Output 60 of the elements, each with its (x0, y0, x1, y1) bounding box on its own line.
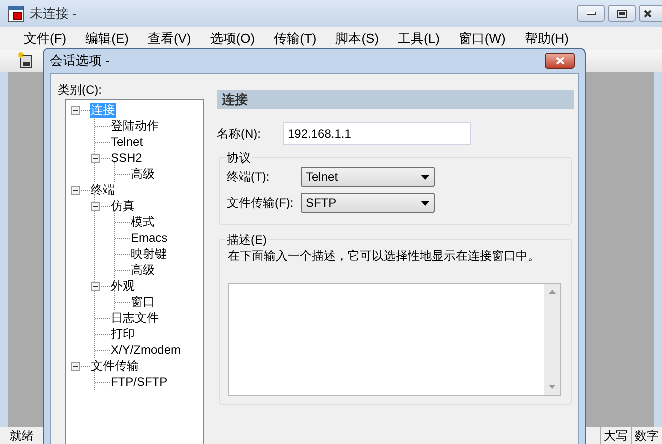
menu-item[interactable]: 脚本(S) (330, 28, 386, 48)
app-icon (8, 6, 24, 22)
window-title: 未连接 - (30, 4, 77, 23)
field-label: 文件传输(F): (227, 195, 295, 212)
collapse-icon[interactable] (91, 282, 100, 290)
group-title: 协议 (226, 149, 252, 167)
menu-item[interactable]: 帮助(H) (518, 28, 575, 48)
tree-item[interactable]: 窗口 (130, 294, 156, 310)
tree-item[interactable]: 高级 (130, 262, 156, 278)
collapse-icon[interactable] (71, 106, 80, 114)
dropdown[interactable]: SFTP (301, 193, 435, 213)
field-label: 名称(N): (217, 126, 262, 142)
tree-item[interactable]: 登陆动作 (110, 118, 160, 134)
status-indicator: 大写 (600, 426, 631, 444)
maximize-button[interactable] (608, 5, 636, 22)
menu-item[interactable]: 查看(V) (142, 28, 198, 48)
tree-item[interactable]: Telnet (110, 134, 144, 150)
dropdown-arrow-icon (421, 174, 430, 180)
close-icon (556, 57, 564, 65)
category-label: 类别(C): (58, 83, 103, 97)
tree-item[interactable]: FTP/SFTP (110, 374, 169, 390)
tree-item[interactable]: 映射键 (130, 246, 168, 262)
tree-item[interactable]: SSH2 (110, 150, 144, 166)
description-hint: 在下面输入一个描述，它可以选择性地显示在连接窗口中。 (228, 248, 541, 265)
tree-item[interactable]: 高级 (130, 166, 156, 182)
menu-item[interactable]: 传输(T) (268, 28, 323, 48)
tree-item[interactable]: X/Y/Zmodem (110, 342, 182, 358)
tree-item[interactable]: 打印 (110, 326, 136, 342)
description-field[interactable] (228, 283, 561, 396)
dropdown-arrow-icon (421, 200, 430, 206)
tree-item[interactable]: 外观 (110, 278, 136, 294)
dropdown[interactable]: Telnet (301, 167, 435, 187)
collapse-icon[interactable] (71, 362, 80, 370)
menu-item[interactable]: 编辑(E) (80, 28, 135, 48)
section-header: 连接 (217, 90, 574, 109)
tree-item[interactable]: 日志文件 (110, 310, 160, 326)
new-session-icon[interactable] (17, 52, 35, 70)
minimize-icon (586, 12, 596, 15)
dialog-title: 会话选项 - (50, 52, 110, 70)
tree-item[interactable]: Emacs (130, 230, 169, 246)
collapse-icon[interactable] (91, 154, 100, 162)
status-indicator: 数字 (631, 426, 662, 444)
tree-item[interactable]: 终端 (90, 182, 116, 198)
menu-item[interactable]: 窗口(W) (452, 28, 512, 48)
group-title: 描述(E) (226, 231, 268, 249)
close-icon (644, 10, 652, 18)
menu-item[interactable]: 选项(O) (204, 28, 262, 48)
collapse-icon[interactable] (91, 202, 100, 210)
tree-item[interactable]: 模式 (130, 214, 156, 230)
name-field[interactable]: 192.168.1.1 (283, 122, 471, 145)
close-button[interactable] (545, 53, 575, 69)
restore-icon (617, 10, 627, 18)
tree-item[interactable]: 文件传输 (90, 358, 140, 374)
menu-item[interactable]: 文件(F) (18, 28, 73, 48)
tree-item[interactable]: 仿真 (110, 198, 136, 214)
menu-item[interactable]: 工具(L) (392, 28, 446, 48)
collapse-icon[interactable] (71, 186, 80, 194)
field-label: 终端(T): (227, 169, 271, 186)
status-text: 就绪 (10, 428, 34, 444)
minimize-button[interactable] (577, 5, 605, 22)
